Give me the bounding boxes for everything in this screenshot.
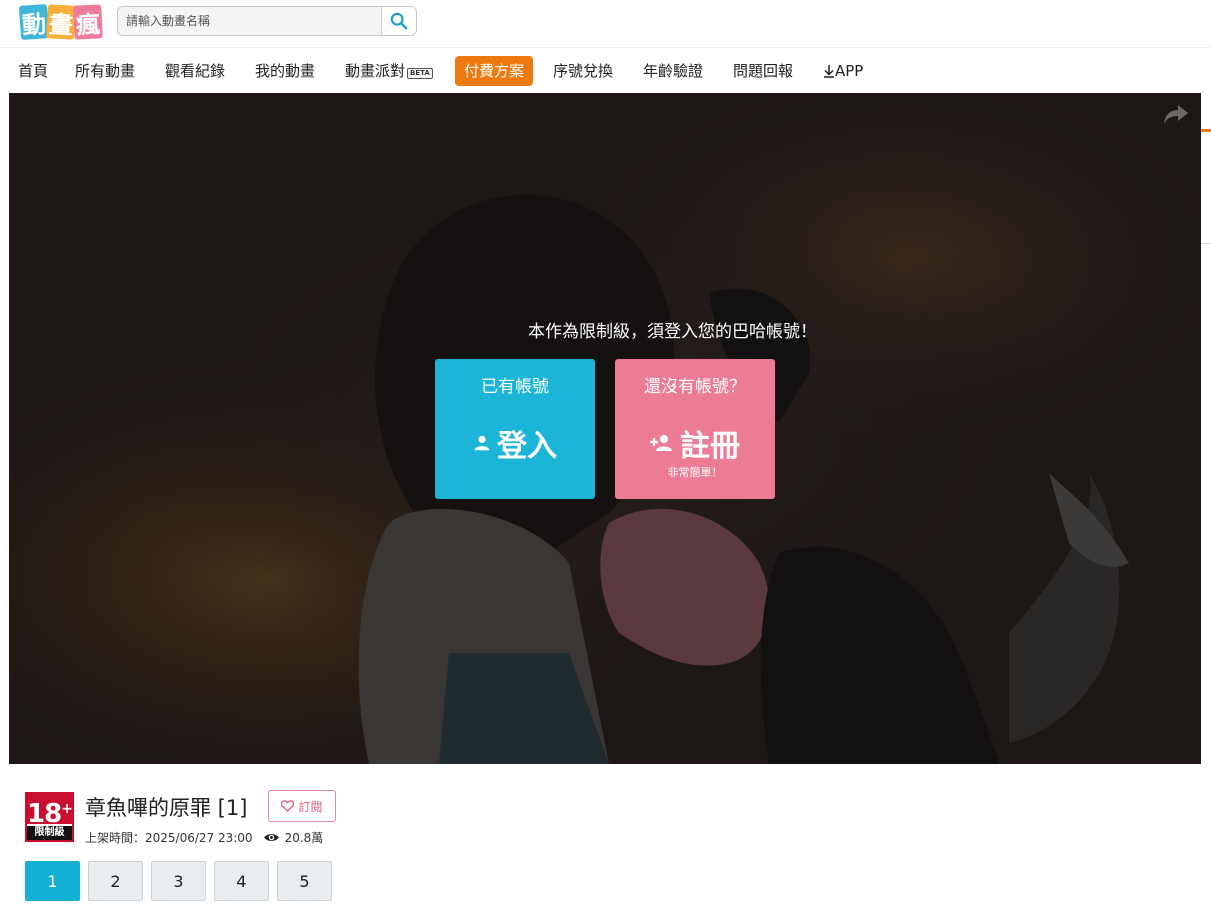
- nav-watch-history[interactable]: 觀看紀錄: [165, 56, 225, 86]
- episode-button[interactable]: 1: [25, 861, 80, 901]
- episode-button[interactable]: 5: [277, 861, 332, 901]
- rating-label: 限制級: [27, 826, 72, 840]
- nav-paid-plan[interactable]: 付費方案: [455, 56, 534, 86]
- site-logo[interactable]: 動 畫 瘋: [18, 4, 104, 41]
- nav-anime-party-label: 動畫派對: [345, 62, 406, 80]
- nav-report-issue[interactable]: 問題回報: [733, 56, 793, 86]
- side-accent: [1201, 129, 1211, 132]
- anime-title: 章魚嗶的原罪 [1]: [85, 796, 248, 820]
- rating-plus: +: [61, 801, 73, 817]
- download-icon: [824, 65, 834, 78]
- nav-home[interactable]: 首頁: [18, 56, 48, 86]
- rating-number: 18+: [27, 794, 73, 829]
- register-note: 非常簡單！: [667, 466, 723, 479]
- episode-button[interactable]: 4: [214, 861, 269, 901]
- view-count: 20.8萬: [284, 831, 324, 845]
- register-button-label-row: 註冊: [615, 421, 775, 465]
- video-background: [9, 93, 1201, 764]
- anime-meta: 上架時間：2025/06/27 23:00 20.8萬: [85, 829, 323, 846]
- login-button-caption: 已有帳號: [481, 377, 549, 397]
- login-button[interactable]: 已有帳號 登入: [435, 359, 595, 499]
- nav-app[interactable]: APP: [823, 56, 863, 86]
- user-icon: [474, 435, 490, 451]
- subscribe-button[interactable]: 訂閱: [268, 790, 336, 822]
- login-button-label-row: 登入: [435, 421, 595, 465]
- episode-button[interactable]: 3: [151, 861, 206, 901]
- nav-serial-redeem[interactable]: 序號兌換: [553, 56, 613, 86]
- age-rating-badge: 18+ 限制級: [25, 792, 74, 842]
- upload-time: 上架時間：2025/06/27 23:00: [85, 831, 253, 845]
- age-gate-message: 本作為限制級，須登入您的巴哈帳號！: [528, 322, 817, 342]
- search-input[interactable]: [118, 7, 382, 35]
- subscribe-label: 訂閱: [298, 799, 323, 814]
- search-bar: [117, 6, 417, 36]
- register-button-caption: 還沒有帳號？: [644, 377, 746, 397]
- register-button-label: 註冊: [680, 429, 740, 464]
- top-bar: 動 畫 瘋: [0, 0, 1211, 48]
- login-button-label: 登入: [497, 429, 557, 464]
- heart-icon: [281, 800, 295, 812]
- share-icon[interactable]: [1163, 103, 1189, 125]
- side-divider: [1201, 243, 1211, 244]
- nav-my-anime[interactable]: 我的動畫: [255, 56, 315, 86]
- nav-anime-party[interactable]: 動畫派對 BETA: [345, 56, 433, 86]
- nav-app-label: APP: [835, 62, 864, 80]
- nav-all-anime[interactable]: 所有動畫: [75, 56, 135, 86]
- eye-icon: [263, 832, 280, 843]
- episode-button[interactable]: 2: [88, 861, 143, 901]
- register-button[interactable]: 還沒有帳號？ 註冊 非常簡單！: [615, 359, 775, 499]
- side-gutter: [1201, 93, 1211, 764]
- search-icon: [390, 12, 408, 30]
- user-add-icon: [650, 435, 672, 451]
- search-button[interactable]: [381, 7, 416, 35]
- rating-number-value: 18: [27, 799, 62, 829]
- nav-age-verify[interactable]: 年齡驗證: [643, 56, 703, 86]
- video-player[interactable]: 本作為限制級，須登入您的巴哈帳號！ 已有帳號 登入 還沒有帳號？ 註冊 非常簡單…: [9, 93, 1201, 764]
- main-nav: 首頁 所有動畫 觀看紀錄 我的動畫 動畫派對 BETA 付費方案 序號兌換 年齡驗…: [0, 48, 1211, 92]
- beta-badge: BETA: [407, 68, 433, 79]
